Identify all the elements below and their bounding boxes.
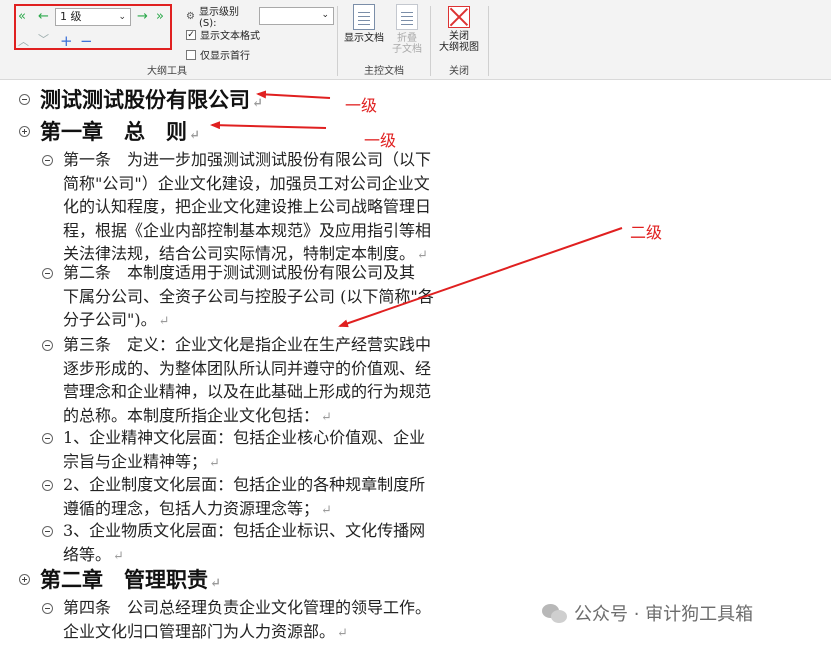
chevron-down-icon: ⌄ [118,12,126,22]
outline-expand-icon[interactable] [19,574,30,585]
master-document-group: 显示文档 折叠 子文档 主控文档 [340,0,428,80]
show-level-row: ⚙ 显示级别(S): ⌄ [186,3,334,29]
outline-collapse-icon[interactable] [19,94,30,105]
outline-level-select[interactable]: 1 级 ⌄ [55,8,131,26]
show-format-checkbox[interactable]: ✓ [186,29,196,40]
document-area[interactable]: 测试测试股份有限公司 ↵ 第一章 总 则 ↵ 第一条 为进一步加强测试测试股份有限公… [0,80,831,647]
ribbon-bar: « ← 1 级 ⌄ → » ︿ ﹀ + − ⚙ 显示级别(S): ⌄ ✓ 显示文… [0,0,831,80]
paragraph-mark: ↵ [189,128,200,143]
chevron-down-icon: ⌄ [321,10,329,20]
show-level-select[interactable]: ⌄ [259,7,334,25]
outline-collapse-icon[interactable] [42,268,53,279]
annotation-level2: 二级 [630,223,663,242]
annotation-level1: 一级 [345,96,378,115]
close-group: 关闭 大纲视图 关闭 [433,0,485,80]
outline-tools-group: « ← 1 级 ⌄ → » ︿ ﹀ + − ⚙ 显示级别(S): ⌄ ✓ 显示文… [0,0,334,80]
outline-expand-icon[interactable] [19,126,30,137]
body-paragraph[interactable]: 第一条 为进一步加强测试测试股份有限公司（以下 简称"公司"）企业文化建设，加强… [63,148,471,268]
watermark: 公众号 · 审计狗工具箱 [542,600,753,626]
close-group-label: 关闭 [449,66,469,77]
collapse-subdocuments-button[interactable]: 折叠 子文档 [388,4,426,55]
close-outline-view-button[interactable]: 关闭 大纲视图 [435,6,483,53]
show-format-row[interactable]: ✓ 显示文本格式 [186,27,260,42]
outline-collapse-icon[interactable] [42,526,53,537]
demote-to-body-icon[interactable]: » [156,9,164,25]
first-line-checkbox[interactable] [186,49,196,60]
promote-to-heading1-icon[interactable]: « [18,9,26,25]
first-line-row[interactable]: 仅显示首行 [186,47,250,62]
outline-collapse-icon[interactable] [42,603,53,614]
body-paragraph[interactable]: 第四条 公司总经理负责企业文化管理的领导工作。 企业文化归口管理部门为人力资源部… [63,596,471,645]
expand-plus-icon[interactable]: + [60,33,73,49]
outline-tools-label: 大纲工具 [147,66,187,77]
divider [337,6,338,76]
heading-chapter-2[interactable]: 第二章 管理职责 ↵ [40,567,221,597]
body-paragraph[interactable]: 第二条 本制度适用于测试测试股份有限公司及其 下属分公司、全资子公司与控股子公司… [63,261,471,334]
outline-collapse-icon[interactable] [42,433,53,444]
outline-collapse-icon[interactable] [42,340,53,351]
wechat-icon [542,602,568,624]
outline-collapse-icon[interactable] [42,155,53,166]
subdocument-icon [396,4,418,30]
promote-icon[interactable]: ← [38,9,49,25]
watermark-text: 公众号 · 审计狗工具箱 [574,604,754,625]
move-down-icon[interactable]: ﹀ [38,32,49,48]
move-up-icon[interactable]: ︿ [18,34,29,50]
document-icon [353,4,375,30]
divider [430,6,431,76]
paragraph-mark: ↵ [252,96,263,111]
show-document-button[interactable]: 显示文档 [344,4,384,44]
demote-icon[interactable]: → [137,9,148,25]
heading-chapter-1[interactable]: 第一章 总 则 ↵ [40,119,200,149]
heading-title[interactable]: 测试测试股份有限公司 ↵ [40,87,263,117]
collapse-minus-icon[interactable]: − [80,33,93,49]
master-document-label: 主控文档 [364,66,404,77]
paragraph-mark: ↵ [210,576,221,591]
body-paragraph[interactable]: 2、企业制度文化层面：包括企业的各种规章制度所 遵循的理念，包括人力资源理念等；… [63,473,471,522]
body-paragraph[interactable]: 1、企业精神文化层面：包括企业核心价值观、企业 宗旨与企业精神等； ↵ [63,426,471,475]
close-icon [448,6,470,28]
show-level-icon: ⚙ [186,10,195,22]
body-paragraph[interactable]: 第三条 定义：企业文化是指企业在生产经营实践中 逐步形成的、为整体团队所认同并遵… [63,333,471,429]
divider [488,6,489,76]
annotation-level1: 一级 [364,131,397,150]
outline-collapse-icon[interactable] [42,480,53,491]
show-level-label: 显示级别(S): [198,7,239,29]
body-paragraph[interactable]: 3、企业物质文化层面：包括企业标识、文化传播网 络等。 ↵ [63,519,471,568]
